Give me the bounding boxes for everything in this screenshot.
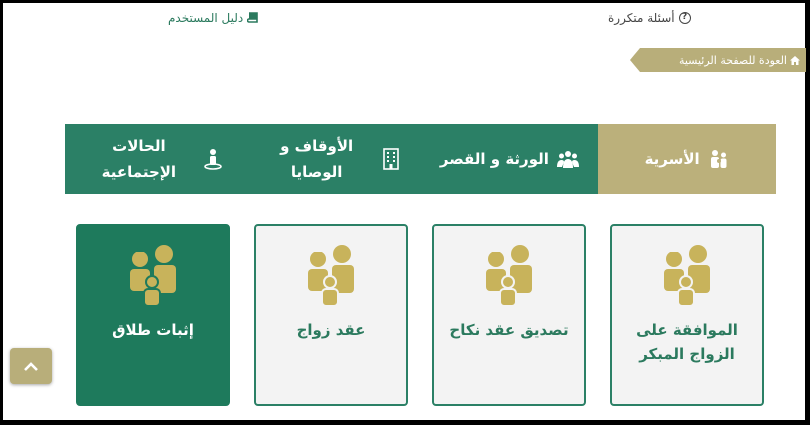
- tab-family-label: الأسرية: [644, 150, 700, 168]
- group-icon: [556, 151, 579, 168]
- back-home-label: العودة للصفحة الرئيسية: [678, 53, 787, 67]
- card-label: إثبات طلاق: [112, 321, 194, 339]
- person-pin-icon: [204, 149, 222, 170]
- tab-family[interactable]: الأسرية: [598, 124, 776, 194]
- home-icon: [790, 55, 800, 65]
- card-early-marriage-approval[interactable]: الموافقة على الزواج المبكر: [610, 224, 764, 406]
- tab-social-status-label: الحالات الإجتماعية: [101, 137, 177, 181]
- user-guide-label: دليل المستخدم: [168, 11, 244, 25]
- scroll-to-top-button[interactable]: [10, 348, 52, 384]
- family-icon: [130, 245, 176, 307]
- card-marriage-contract-certification[interactable]: تصديق عقد نكاح: [432, 224, 586, 406]
- family-icon: [308, 245, 354, 307]
- card-divorce-proof[interactable]: إثبات طلاق: [76, 224, 230, 406]
- card-marriage-contract[interactable]: عقد زواج: [254, 224, 408, 406]
- building-icon: [382, 148, 399, 170]
- back-home-button[interactable]: العودة للصفحة الرئيسية: [630, 48, 806, 72]
- question-icon: ?: [678, 12, 691, 24]
- faq-link[interactable]: ? أسئلة متكررة: [608, 11, 691, 25]
- chevron-up-icon: [24, 361, 38, 371]
- book-icon: [247, 12, 259, 23]
- family-icon: [486, 245, 532, 307]
- family-icon: [710, 150, 727, 168]
- family-icon: [664, 245, 710, 307]
- tab-social-status[interactable]: الحالات الإجتماعية: [65, 124, 243, 194]
- tab-heirs-minors-label: الورثة و القصر: [439, 150, 549, 168]
- faq-label: أسئلة متكررة: [608, 11, 675, 25]
- service-cards: الموافقة على الزواج المبكر تصديق عقد نكا…: [76, 224, 764, 406]
- card-label: الموافقة على الزواج المبكر: [636, 321, 738, 363]
- card-label: عقد زواج: [296, 321, 366, 339]
- user-guide-link[interactable]: دليل المستخدم: [168, 11, 259, 25]
- card-label: تصديق عقد نكاح: [449, 321, 569, 339]
- tab-endowments-wills[interactable]: الأوقاف و الوصايا: [242, 124, 421, 194]
- tab-endowments-wills-label: الأوقاف و الوصايا: [280, 137, 354, 181]
- tab-heirs-minors[interactable]: الورثة و القصر: [420, 124, 599, 194]
- category-tabs: الأسرية الورثة و القصر الأوقاف و الوصايا…: [65, 124, 776, 194]
